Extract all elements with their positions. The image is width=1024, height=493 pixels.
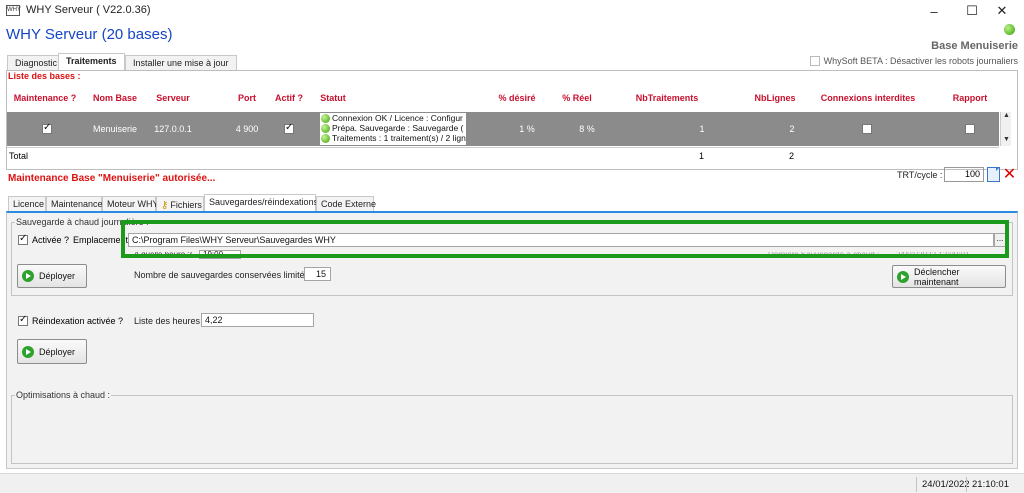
window-title: WHY Serveur ( V22.0.36) [26, 4, 151, 16]
beta-option[interactable]: WhySoft BETA : Désactiver les robots jou… [809, 56, 1018, 66]
col-serveur[interactable]: Serveur [147, 84, 199, 111]
beta-label: WhySoft BETA : Désactiver les robots jou… [823, 56, 1018, 66]
reindex-checkbox[interactable] [18, 314, 28, 326]
tab-moteur-why[interactable]: Moteur WHY [102, 196, 159, 211]
backup-count-label: Nombre de sauvegardes conservées limité … [134, 270, 318, 280]
grid-scrollbar[interactable]: ▲ ▼ [1000, 112, 1011, 146]
new-document-icon[interactable] [987, 167, 1000, 182]
scroll-up-icon[interactable]: ▲ [1003, 112, 1010, 119]
col-nb-lignes[interactable]: NbLignes [745, 84, 805, 111]
backup-activated-label: Activée ? [32, 235, 70, 245]
title-bar: WHY WHY Serveur ( V22.0.36) – ☐ ✕ [0, 0, 1024, 22]
tab-sauvegardes[interactable]: Sauvegardes/réindexations [204, 194, 318, 212]
reindex-deploy-button[interactable]: Déployer [17, 339, 87, 364]
tab-licence[interactable]: Licence [8, 196, 46, 211]
grid-header: Maintenance ? Nom Base Serveur Port Acti… [7, 84, 1011, 111]
reindex-option[interactable]: Réindexation activée ? [18, 314, 124, 326]
col-pct-desire[interactable]: % désiré [487, 84, 547, 111]
row-serveur: 127.0.0.1 [154, 124, 192, 134]
play-icon [22, 270, 34, 282]
row-nb-lignes: 2 [789, 124, 795, 134]
optim-group: Optimisations à chaud : [11, 390, 1013, 464]
statut-line-1: Connexion OK / Licence : Configur [332, 113, 463, 123]
tab-traitements[interactable]: Traitements [58, 53, 125, 71]
row-rapport-checkbox[interactable] [960, 112, 980, 146]
bases-grid: Maintenance ? Nom Base Serveur Port Acti… [7, 84, 1011, 168]
status-bar: 24/01/2022 21:10:01 [0, 473, 1024, 493]
backup-deploy-button[interactable]: Déployer [17, 264, 87, 288]
grid-total-row: Total 1 2 [7, 147, 999, 164]
total-nb-traitements: 1 [699, 151, 705, 161]
backup-activated-checkbox[interactable] [18, 233, 28, 245]
row-pct-reel: 8 % [579, 124, 595, 134]
tab-maintenance[interactable]: Maintenance [46, 196, 103, 211]
status-indicator-icon [1004, 24, 1015, 35]
status-time: 21:10:01 [966, 477, 1014, 492]
row-connexions-checkbox[interactable] [857, 112, 877, 146]
reindex-hours-input[interactable]: 4,22 [201, 313, 314, 327]
current-base-label: Base Menuiserie [931, 40, 1018, 52]
tab-code-externe[interactable]: Code Externe [316, 196, 376, 211]
col-rapport[interactable]: Rapport [945, 84, 995, 111]
tab-installer-maj[interactable]: Installer une mise à jour [125, 55, 237, 70]
tab-fichiers[interactable]: ⚷ Fichiers [156, 196, 204, 211]
app-icon: WHY [6, 5, 21, 16]
status-ok-icon [321, 113, 330, 123]
row-actif-checkbox[interactable] [279, 112, 299, 146]
col-connexions-interdites[interactable]: Connexions interdites [815, 84, 921, 111]
row-statut: Connexion OK / Licence : Configur Prépa.… [320, 113, 466, 145]
trt-cycle-input[interactable]: 100 [944, 167, 984, 182]
key-icon: ⚷ [161, 199, 169, 211]
backup-count-input[interactable]: 15 [304, 267, 331, 281]
trt-cycle-label: TRT/cycle : [897, 170, 943, 180]
backup-location-label: Emplacement [73, 235, 129, 245]
row-nb-traitements: 1 [699, 124, 705, 134]
highlight-frame [121, 220, 1009, 258]
row-port: 4 900 [235, 124, 259, 134]
row-pct-desire: 1 % [519, 124, 535, 134]
play-icon [22, 345, 34, 358]
col-port[interactable]: Port [227, 84, 267, 111]
row-maintenance-checkbox[interactable] [37, 112, 57, 146]
col-nom-base[interactable]: Nom Base [85, 84, 145, 111]
statut-line-3: Traitements : 1 traitement(s) / 2 lign [332, 133, 466, 143]
total-nb-lignes: 2 [789, 151, 795, 161]
play-icon [897, 270, 909, 283]
app-header-title: WHY Serveur (20 bases) [6, 26, 173, 43]
col-maintenance[interactable]: Maintenance ? [7, 84, 83, 111]
reindex-label: Réindexation activée ? [32, 316, 124, 326]
statut-line-2: Prépa. Sauvegarde : Sauvegarde ( [332, 123, 464, 133]
col-actif[interactable]: Actif ? [269, 84, 309, 111]
row-nom-base: Menuiserie [92, 124, 138, 134]
delete-icon[interactable]: ✕ [1002, 167, 1017, 183]
scroll-down-icon[interactable]: ▼ [1003, 136, 1010, 143]
total-label: Total [9, 151, 29, 161]
table-row[interactable]: Menuiserie 127.0.0.1 4 900 Connexion OK … [7, 112, 999, 146]
col-nb-traitements[interactable]: NbTraitements [629, 84, 705, 111]
status-ok-icon [321, 133, 330, 143]
trigger-now-button[interactable]: Déclencher maintenant [892, 265, 1006, 288]
optim-legend: Optimisations à chaud : [16, 390, 111, 400]
reindex-hours-label: Liste des heures ? [134, 316, 208, 326]
bases-list-title: Liste des bases : [8, 71, 81, 81]
close-button[interactable]: ✕ [980, 0, 1024, 22]
maintenance-message: Maintenance Base "Menuiserie" autorisée.… [8, 173, 216, 184]
tab-fichiers-label: Fichiers [170, 200, 202, 210]
backup-activated-option[interactable]: Activée ? Emplacement [18, 233, 129, 245]
status-ok-icon [321, 123, 330, 133]
col-statut[interactable]: Statut [313, 84, 353, 111]
tab-diagnostic[interactable]: Diagnostic [7, 55, 66, 70]
beta-checkbox[interactable] [809, 56, 820, 66]
col-pct-reel[interactable]: % Réel [552, 84, 602, 111]
